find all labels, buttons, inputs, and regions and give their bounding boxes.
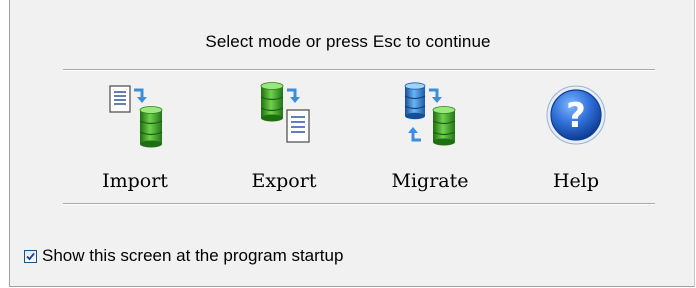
- export-button[interactable]: Export: [224, 78, 344, 196]
- svg-text:?: ?: [566, 96, 586, 136]
- startup-checkbox-label: Show this screen at the program startup: [42, 246, 344, 265]
- startup-checkbox[interactable]: [24, 249, 37, 263]
- help-label: Help: [552, 170, 600, 192]
- import-button[interactable]: Import: [75, 78, 195, 196]
- migrate-icon: [404, 82, 456, 146]
- import-icon: [109, 85, 163, 148]
- migrate-button[interactable]: Migrate: [370, 78, 490, 196]
- import-label: Import: [102, 170, 168, 192]
- checkmark-icon: [26, 252, 35, 260]
- startup-checkbox-row[interactable]: Show this screen at the program startup: [24, 246, 343, 266]
- export-label: Export: [251, 170, 317, 192]
- migrate-label: Migrate: [391, 170, 469, 192]
- dialog-prompt: Select mode or press Esc to continue: [205, 32, 491, 51]
- divider-top: [63, 69, 655, 71]
- help-icon: ?: [546, 85, 606, 145]
- help-button[interactable]: ? Help: [516, 78, 636, 196]
- export-icon: [260, 82, 310, 143]
- divider-bottom: [63, 203, 655, 205]
